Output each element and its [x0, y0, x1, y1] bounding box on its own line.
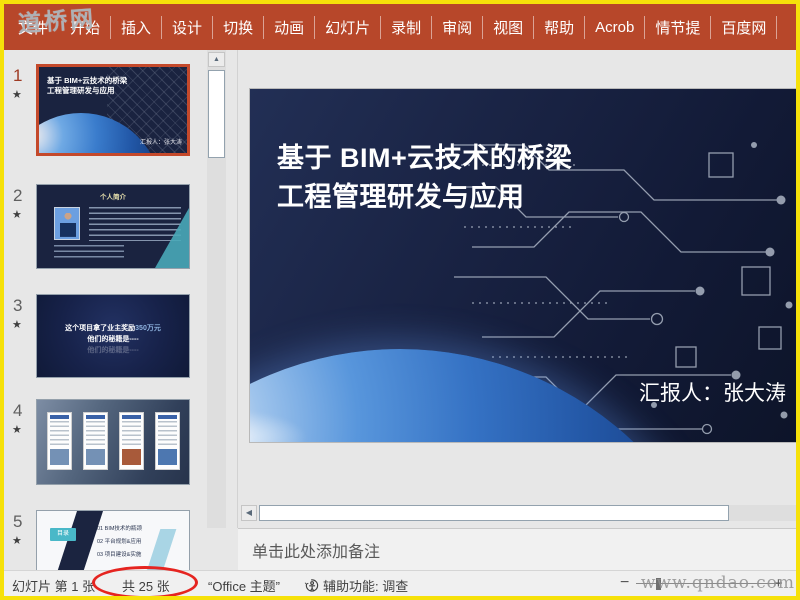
thumb2-title: 个人简介 — [100, 194, 126, 201]
thumbnail-slide-2[interactable]: 个人简介 — [36, 184, 190, 269]
slide-number-1: 1 — [13, 66, 23, 85]
slide-title-textbox[interactable]: 基于 BIM+云技术的桥梁 工程管理研发与应用 — [277, 139, 572, 217]
lightbulb-icon — [793, 19, 796, 36]
thumb1-title: 基于 BIM+云技术的桥梁 工程管理研发与应用 — [47, 76, 128, 95]
accessibility-checker[interactable]: 辅助功能: 调查 — [304, 576, 408, 595]
thumb3-line1: 这个项目拿了业主奖励350万元 — [65, 325, 161, 332]
portrait-photo — [54, 207, 80, 240]
thumb2-text-lines — [89, 207, 181, 241]
slide-total-indicator: 共 25 张 — [122, 579, 170, 594]
tab-review[interactable]: 审阅 — [432, 4, 482, 50]
animation-star-icon: ★ — [12, 209, 22, 221]
slide-position-indicator[interactable]: 幻灯片 第 1 张 — [12, 576, 95, 595]
tab-animations[interactable]: 动画 — [264, 4, 314, 50]
thumbnail-slide-3[interactable]: 这个项目拿了业主奖励350万元 他们的秘籍是---- 他们的秘籍是---- — [36, 294, 190, 378]
thumbnail-slide-1[interactable]: 基于 BIM+云技术的桥梁 工程管理研发与应用 汇报人：张大涛 — [36, 64, 190, 156]
tab-separator — [776, 15, 778, 39]
tab-view[interactable]: 视图 — [483, 4, 533, 50]
tab-transitions[interactable]: 切换 — [213, 4, 263, 50]
slide-number-3: 3 — [13, 296, 23, 315]
document-screenshot — [47, 412, 72, 470]
scroll-up-button[interactable]: ▲ — [208, 52, 225, 67]
document-screenshot — [155, 412, 180, 470]
notes-placeholder: 单击此处添加备注 — [252, 544, 381, 561]
toc-item: 01 BIM技术的瓶颈 — [97, 526, 142, 532]
thumb3-reflection: 他们的秘籍是---- — [87, 347, 139, 354]
zoom-out-button[interactable]: − — [620, 574, 629, 592]
tab-insert[interactable]: 插入 — [111, 4, 161, 50]
scrollbar-thumb[interactable] — [208, 70, 225, 158]
thumbnail-slide-5[interactable]: 目录 01 BIM技术的瓶颈 02 平台规划&应用 03 项目建设&实施 — [36, 510, 190, 570]
notes-pane[interactable]: 单击此处添加备注 — [238, 528, 796, 570]
tab-acrobat[interactable]: Acrob — [585, 4, 644, 50]
animation-star-icon: ★ — [12, 319, 22, 331]
thumb1-presenter: 汇报人：张大涛 — [139, 140, 182, 146]
thumbnail-slide-4[interactable] — [36, 399, 190, 485]
presenter-textbox[interactable]: 汇报人：张大涛 — [639, 377, 786, 407]
toc-item: 02 平台规划&应用 — [97, 539, 142, 545]
tab-design[interactable]: 设计 — [162, 4, 212, 50]
animation-star-icon: ★ — [12, 424, 22, 436]
theme-name: “Office 主题” — [208, 579, 280, 594]
blue-stripe-decoration — [137, 529, 177, 570]
slide-horizontal-scrollbar[interactable] — [259, 505, 796, 521]
slide-canvas[interactable]: 基于 BIM+云技术的桥梁 工程管理研发与应用 汇报人：张大涛 — [249, 88, 796, 443]
animation-star-icon: ★ — [12, 89, 22, 101]
thumbnail-scrollbar[interactable]: ▲ — [207, 50, 226, 528]
thumb2-text-lines — [54, 245, 124, 261]
scroll-left-button[interactable]: ◀ — [241, 505, 257, 521]
thumb3-line2: 他们的秘籍是---- — [87, 336, 139, 343]
slide-thumbnail-panel: 1 ★ 基于 BIM+云技术的桥梁 工程管理研发与应用 汇报人：张大涛 2 ★ … — [4, 50, 206, 570]
panel-divider — [237, 50, 238, 528]
ribbon-tab-bar: 文件 开始 插入 设计 切换 动画 幻灯片 录制 审阅 视图 帮助 Acrob … — [4, 4, 796, 50]
scrollbar-thumb[interactable] — [259, 505, 729, 521]
zoom-in-button[interactable]: + — [774, 575, 783, 592]
slide-number-4: 4 — [13, 401, 23, 420]
slide-number-5: 5 — [13, 512, 23, 531]
accessibility-label: 辅助功能: 调查 — [323, 579, 409, 594]
document-screenshot — [119, 412, 144, 470]
accessibility-icon — [304, 579, 319, 592]
toc-item: 03 项目建设&实施 — [97, 552, 142, 558]
status-bar: 幻灯片 第 1 张 共 25 张 “Office 主题” 辅助功能: 调查 − … — [4, 570, 796, 596]
tab-storyboarding[interactable]: 情节提 — [645, 4, 710, 50]
tab-home[interactable]: 开始 — [60, 4, 110, 50]
animation-star-icon: ★ — [12, 535, 22, 547]
slide-number-2: 2 — [13, 186, 23, 205]
tab-record[interactable]: 录制 — [381, 4, 431, 50]
toc-label: 目录 — [50, 528, 76, 541]
document-screenshot — [83, 412, 108, 470]
tab-help[interactable]: 帮助 — [534, 4, 584, 50]
zoom-slider-handle[interactable] — [656, 578, 661, 590]
tab-slide-show[interactable]: 幻灯片 — [315, 4, 380, 50]
tab-file[interactable]: 文件 — [12, 4, 60, 50]
powerpoint-window: 文件 开始 插入 设计 切换 动画 幻灯片 录制 审阅 视图 帮助 Acrob … — [0, 0, 800, 600]
tab-baidu-netdisk[interactable]: 百度网 — [711, 4, 776, 50]
